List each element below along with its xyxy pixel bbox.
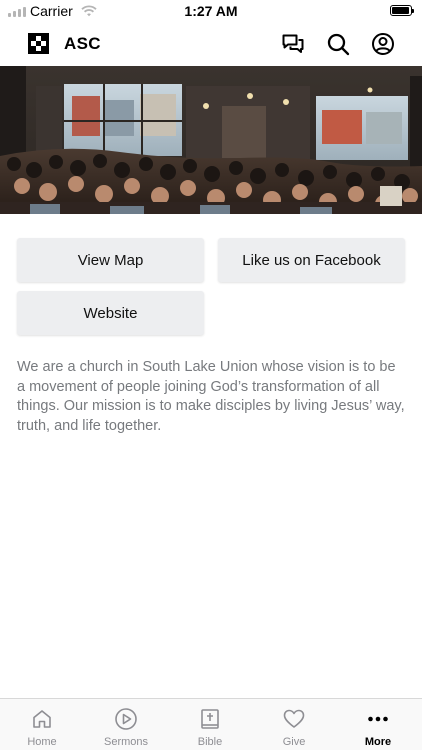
screen: Carrier 1:27 AM ASC View Map Like us on … [0, 0, 422, 750]
tab-label: Give [282, 736, 306, 748]
play-icon [115, 708, 137, 730]
tab-sermons[interactable]: Sermons [84, 699, 168, 750]
view-map-button[interactable]: View Map [17, 238, 204, 282]
tab-bible[interactable]: Bible [168, 699, 252, 750]
profile-icon[interactable] [371, 32, 395, 56]
hero-photo [0, 66, 422, 214]
tab-label: More [364, 736, 392, 748]
tab-more[interactable]: More [336, 699, 420, 750]
church-logo [28, 33, 49, 54]
church-description: We are a church in South Lake Union whos… [17, 359, 405, 434]
bible-icon [201, 709, 219, 729]
status-bar: Carrier 1:27 AM [0, 0, 422, 22]
heart-icon [283, 709, 305, 728]
status-time: 1:27 AM [184, 3, 238, 19]
app-title: ASC [64, 34, 101, 53]
more-icon [368, 716, 388, 722]
tab-give[interactable]: Give [252, 699, 336, 750]
website-button[interactable]: Website [17, 291, 204, 335]
app-header: ASC [0, 22, 422, 66]
chat-icon[interactable] [281, 32, 305, 56]
facebook-button[interactable]: Like us on Facebook [218, 238, 405, 282]
tab-label: Bible [197, 736, 223, 748]
tab-label: Home [27, 736, 57, 748]
tab-home[interactable]: Home [0, 699, 84, 750]
tab-bar: Home Sermons Bible Give More [0, 698, 422, 750]
search-icon[interactable] [326, 32, 350, 56]
battery-icon [390, 5, 414, 16]
home-icon [33, 710, 51, 728]
tab-label: Sermons [103, 736, 149, 748]
